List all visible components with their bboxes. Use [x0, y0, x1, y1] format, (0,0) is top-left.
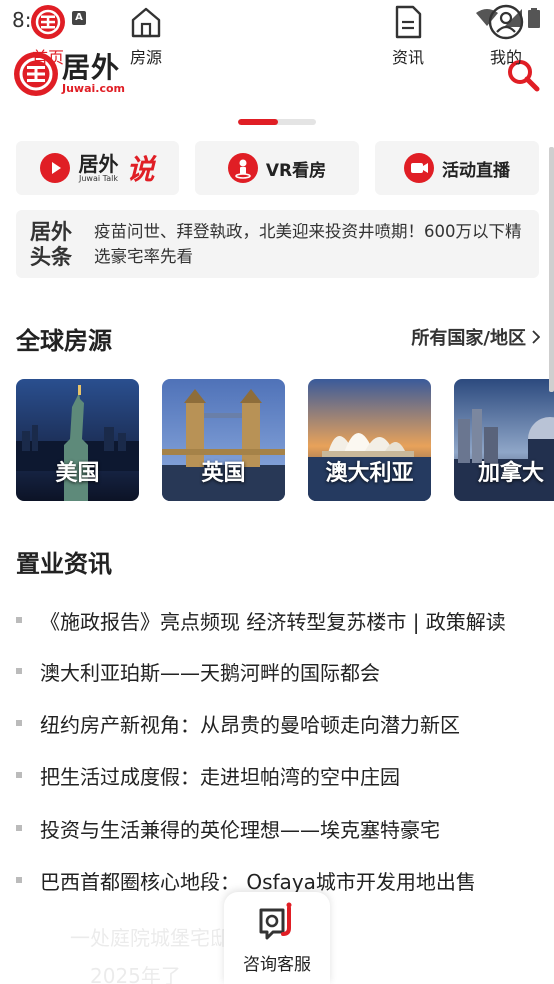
vr-tour-button[interactable]: VR看房 — [195, 141, 359, 195]
scrollbar[interactable] — [549, 147, 554, 392]
vr-person-icon — [227, 153, 258, 183]
juwai-talk-button[interactable]: 居外 Juwai Talk 说 — [16, 141, 179, 195]
news-item[interactable]: 把生活过成度假：走进坦帕湾的空中庄园 — [16, 757, 526, 793]
country-card-uk[interactable]: 英国 — [162, 379, 285, 501]
live-event-label: 活动直播 — [442, 160, 510, 181]
news-item[interactable]: 投资与生活兼得的英伦理想——埃克塞特豪宅 — [16, 810, 526, 846]
country-name: 加拿大 — [478, 461, 545, 486]
country-card-australia[interactable]: 澳大利亚 — [308, 379, 431, 501]
banner-indicator-active — [238, 119, 278, 125]
vr-tour-label: VR看房 — [265, 160, 327, 181]
nav-home-label: 首页 — [31, 48, 64, 67]
nav-consult-label: 咨询客服 — [243, 955, 311, 975]
country-name: 英国 — [201, 461, 246, 486]
news-item[interactable]: 《施政报告》亮点频现 经济转型复苏楼市 | 政策解读 — [16, 602, 526, 638]
nav-news[interactable]: 资讯 — [368, 4, 448, 68]
user-profile-icon — [488, 4, 524, 40]
home-logo-icon — [31, 5, 65, 39]
news-section-title: 置业资讯 — [16, 550, 112, 578]
document-icon — [395, 5, 422, 39]
news-item[interactable]: 纽约房产新视角：从昂贵的曼哈顿走向潜力新区 — [16, 705, 526, 741]
bullet-icon — [16, 720, 22, 726]
talk-subtitle: Juwai Talk — [79, 173, 118, 183]
bullet-icon — [16, 825, 22, 831]
nav-mine-label: 我的 — [489, 48, 522, 67]
country-card-canada[interactable]: 加拿大 — [454, 379, 554, 501]
news-title: 投资与生活兼得的英伦理想——埃克塞特豪宅 — [40, 817, 440, 842]
ghost-line-2: 2025年了 — [90, 964, 181, 984]
bullet-icon — [16, 877, 22, 883]
banner-page-indicator — [238, 119, 316, 125]
logo-domain: Juwai.com — [62, 82, 125, 95]
country-name: 美国 — [55, 461, 100, 486]
bullet-icon — [16, 617, 22, 623]
news-title: 巴西首都圈核心地段： Osfaya城市开发用地出售 — [40, 869, 476, 894]
all-countries-label: 所有国家/地区 — [411, 328, 526, 349]
house-icon — [131, 7, 161, 38]
video-camera-icon — [404, 153, 434, 183]
news-title: 把生活过成度假：走进坦帕湾的空中庄园 — [40, 764, 400, 789]
country-card-usa[interactable]: 美国 — [16, 379, 139, 501]
nav-home[interactable]: 首页 — [8, 4, 88, 68]
bullet-icon — [16, 668, 22, 674]
global-listings-title: 全球房源 — [16, 327, 112, 355]
talk-title: 居外 — [78, 151, 119, 176]
headline-tag: 居外头条 — [30, 219, 72, 269]
headline-text: 疫苗问世、拜登執政，北美迎来投资井喷期！600万以下精选豪宅率先看 — [94, 222, 522, 266]
chevron-right-icon — [532, 330, 540, 344]
play-icon — [40, 153, 71, 183]
nav-listings[interactable]: 房源 — [106, 4, 186, 68]
news-title: 《施政报告》亮点频现 经济转型复苏楼市 | 政策解读 — [40, 609, 506, 634]
bullet-icon — [16, 772, 22, 778]
nav-mine[interactable]: 我的 — [466, 4, 546, 68]
chat-support-icon — [259, 902, 292, 940]
headline-banner[interactable]: 居外头条 疫苗问世、拜登執政，北美迎来投资井喷期！600万以下精选豪宅率先看 — [16, 210, 539, 278]
nav-news-label: 资讯 — [391, 48, 424, 67]
nav-consult[interactable]: 咨询客服 — [224, 892, 330, 984]
live-event-button[interactable]: 活动直播 — [375, 141, 539, 195]
all-countries-link[interactable]: 所有国家/地区 — [411, 324, 540, 350]
news-title: 纽约房产新视角：从昂贵的曼哈顿走向潜力新区 — [40, 712, 460, 737]
country-name: 澳大利亚 — [325, 461, 414, 486]
talk-suffix: 说 — [126, 153, 155, 186]
news-title: 澳大利亚珀斯——天鹅河畔的国际都会 — [40, 660, 380, 685]
news-item[interactable]: 澳大利亚珀斯——天鹅河畔的国际都会 — [16, 653, 526, 689]
nav-listings-label: 房源 — [129, 48, 162, 67]
